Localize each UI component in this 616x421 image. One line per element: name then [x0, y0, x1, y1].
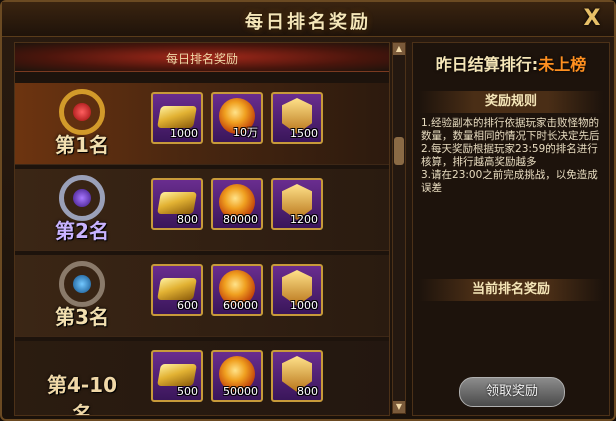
reward-item-gold-shield[interactable]: 1500 [271, 92, 323, 144]
info-panel: 昨日结算排行:未上榜 奖励规则 1.经验副本的排行依据玩家击败怪物的数量，数量相… [412, 42, 610, 416]
item-quantity: 1000 [290, 299, 318, 312]
daily-rank-reward-window: 每日排名奖励 X 每日排名奖励 第1名 1000 10万 1500 第2名 80… [0, 0, 616, 421]
item-quantity: 600 [177, 299, 198, 312]
yesterday-rank-label: 昨日结算排行: [435, 55, 539, 74]
reward-list-panel: 每日排名奖励 第1名 1000 10万 1500 第2名 800 80000 1… [14, 42, 390, 416]
window-title: 每日排名奖励 [245, 12, 371, 33]
rank-label: 第3名 [55, 305, 109, 329]
scrollbar-thumb[interactable] [394, 137, 404, 165]
scroll-up-arrow-icon[interactable]: ▲ [393, 43, 405, 55]
rule-item: 3.请在23:00之前完成挑战，以免造成误差 [421, 169, 598, 194]
item-quantity: 10万 [233, 126, 258, 139]
gold-ingot-icon [157, 364, 197, 386]
yesterday-rank-value: 未上榜 [538, 55, 587, 74]
reward-item-gold-ingot[interactable]: 500 [151, 350, 203, 402]
reward-item-fire-orb[interactable]: 80000 [211, 178, 263, 230]
rules-title: 奖励规则 [419, 91, 603, 113]
rank-row-1: 第1名 1000 10万 1500 [15, 83, 389, 165]
reward-item-fire-orb[interactable]: 10万 [211, 92, 263, 144]
claim-reward-button[interactable]: 领取奖励 [459, 377, 565, 407]
rank-label: 第1名 [55, 133, 109, 157]
reward-item-gold-ingot[interactable]: 800 [151, 178, 203, 230]
rank-1-badge: 第1名 [37, 89, 127, 159]
rank-3-badge: 第3名 [37, 261, 127, 331]
gold-ingot-icon [157, 106, 197, 128]
rank-row-2: 第2名 800 80000 1200 [15, 169, 389, 251]
item-quantity: 80000 [223, 213, 258, 226]
reward-item-fire-orb[interactable]: 60000 [211, 264, 263, 316]
item-quantity: 60000 [223, 299, 258, 312]
current-reward-title: 当前排名奖励 [419, 279, 603, 301]
item-quantity: 1000 [170, 127, 198, 140]
yesterday-rank: 昨日结算排行:未上榜 [413, 51, 609, 75]
rank-label: 第2名 [55, 219, 109, 243]
item-quantity: 500 [177, 385, 198, 398]
item-quantity: 800 [177, 213, 198, 226]
title-bar: 每日排名奖励 X [2, 2, 614, 37]
item-quantity: 1500 [290, 127, 318, 140]
gold-ingot-icon [157, 192, 197, 214]
scroll-down-arrow-icon[interactable]: ▼ [393, 401, 405, 413]
item-quantity: 800 [297, 385, 318, 398]
reward-item-gold-shield[interactable]: 1000 [271, 264, 323, 316]
reward-item-gold-ingot[interactable]: 1000 [151, 92, 203, 144]
blue-gem-icon [73, 275, 91, 293]
reward-item-gold-shield[interactable]: 1200 [271, 178, 323, 230]
rank-row-4-10: 第4-10名 500 50000 800 [15, 341, 389, 416]
reward-item-fire-orb[interactable]: 50000 [211, 350, 263, 402]
rank-row-3: 第3名 600 60000 1000 [15, 255, 389, 337]
reward-list-header-label: 每日排名奖励 [165, 52, 238, 66]
purple-gem-icon [73, 189, 91, 207]
item-quantity: 1200 [290, 213, 318, 226]
reward-item-gold-shield[interactable]: 800 [271, 350, 323, 402]
rule-item: 2.每天奖励根据玩家23:59的排名进行核算，排行越高奖励越多 [421, 143, 598, 168]
reward-list-scrollbar[interactable]: ▲ ▼ [392, 42, 406, 414]
item-quantity: 50000 [223, 385, 258, 398]
close-button[interactable]: X [580, 7, 604, 31]
reward-list-header: 每日排名奖励 [15, 43, 389, 72]
red-gem-icon [73, 103, 91, 121]
gold-ingot-icon [157, 278, 197, 300]
rule-item: 1.经验副本的排行依据玩家击败怪物的数量，数量相同的情况下时长决定先后 [421, 117, 600, 142]
reward-item-gold-ingot[interactable]: 600 [151, 264, 203, 316]
rank-label: 第4-10名 [46, 373, 118, 416]
rules-text: 1.经验副本的排行依据玩家击败怪物的数量，数量相同的情况下时长决定先后 2.每天… [421, 117, 605, 195]
rank-2-badge: 第2名 [37, 175, 127, 245]
rank-4-10-badge: 第4-10名 [37, 347, 127, 416]
